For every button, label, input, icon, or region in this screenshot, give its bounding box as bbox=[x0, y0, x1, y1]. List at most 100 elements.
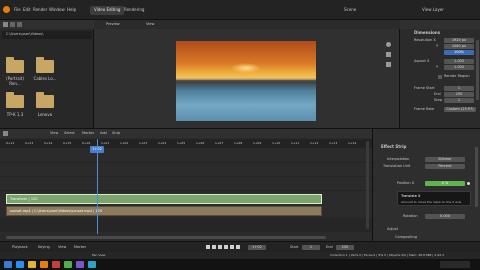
render-region-checkbox[interactable] bbox=[438, 75, 442, 79]
blender-taskbar-icon[interactable] bbox=[40, 261, 48, 268]
effect-strip-heading[interactable]: Effect Strip bbox=[381, 145, 406, 149]
rotation-field[interactable]: 0.000 bbox=[425, 214, 465, 219]
aspect-y-label: Y bbox=[436, 65, 439, 69]
jump-start-icon[interactable] bbox=[206, 245, 210, 249]
jump-keyframe-back-icon[interactable] bbox=[212, 245, 216, 249]
folder-icon[interactable] bbox=[36, 92, 54, 108]
frame-start-field[interactable]: 1 bbox=[444, 86, 474, 91]
channel-row bbox=[0, 149, 372, 163]
ruler-tick-label: 1+07 bbox=[215, 141, 224, 145]
menu-file[interactable]: File bbox=[14, 8, 21, 12]
end-frame-field[interactable]: 250 bbox=[336, 245, 354, 250]
hand-pan-icon[interactable] bbox=[386, 52, 391, 57]
frame-end-field[interactable]: 250 bbox=[444, 92, 474, 97]
app-icon[interactable] bbox=[76, 261, 84, 268]
seq-menu-select[interactable]: Select bbox=[64, 131, 75, 136]
properties-scrollbar[interactable] bbox=[476, 40, 479, 100]
forward-icon[interactable] bbox=[17, 22, 22, 27]
back-icon[interactable] bbox=[10, 22, 15, 27]
sidebar-scrollbar[interactable] bbox=[475, 147, 478, 207]
horizon-line bbox=[176, 80, 316, 83]
current-frame-field[interactable]: 1+02 bbox=[248, 245, 266, 250]
preview-view-menu[interactable]: View bbox=[146, 22, 154, 27]
blender-logo-icon[interactable] bbox=[3, 6, 10, 13]
aspect-x-label: Aspect X bbox=[414, 59, 430, 63]
seq-menu-view[interactable]: View bbox=[50, 131, 58, 136]
zoom-icon[interactable] bbox=[386, 42, 391, 47]
ruler-tick-label: 1+12 bbox=[310, 141, 319, 145]
ruler-tick-label: 1+10 bbox=[272, 141, 281, 145]
jump-keyframe-forward-icon[interactable] bbox=[230, 245, 234, 249]
ruler-tick-label: 0+15 bbox=[63, 141, 72, 145]
menu-render[interactable]: Render bbox=[33, 8, 47, 12]
timeline-scrollbar[interactable] bbox=[6, 236, 326, 239]
position-x-field[interactable]: 0 % bbox=[425, 181, 465, 186]
ruler-tick-label: 1+06 bbox=[196, 141, 205, 145]
playback-menu[interactable]: Playback bbox=[12, 245, 28, 250]
keyframe-icon[interactable] bbox=[467, 182, 470, 185]
camera-icon[interactable] bbox=[386, 62, 391, 67]
frame-rate-dropdown[interactable]: Custom (29.97) bbox=[444, 107, 476, 112]
ruler-tick-label: 0+13 bbox=[25, 141, 34, 145]
menu-edit[interactable]: Edit bbox=[23, 8, 31, 12]
menu-help[interactable]: Help bbox=[67, 8, 76, 12]
marker-menu[interactable]: Marker bbox=[74, 245, 86, 250]
resolution-x-field[interactable]: 1920 px bbox=[444, 38, 474, 43]
start-frame-field[interactable]: 1 bbox=[302, 245, 320, 250]
start-icon[interactable] bbox=[4, 261, 12, 268]
path-field[interactable]: C:\Users\user\Videos\ bbox=[2, 31, 92, 39]
folder-icon[interactable] bbox=[6, 57, 24, 73]
ruler-tick-label: 0+16 bbox=[82, 141, 91, 145]
strip-sidebar: Effect Strip Interpolation Bilinear Tran… bbox=[372, 128, 480, 241]
scene-label[interactable]: Scene bbox=[344, 8, 356, 12]
jump-end-icon[interactable] bbox=[236, 245, 240, 249]
folder-label: TP-K 1.3 bbox=[6, 112, 24, 117]
interpolation-dropdown[interactable]: Bilinear bbox=[425, 157, 465, 162]
app-icon[interactable] bbox=[88, 261, 96, 268]
resolution-percent-field[interactable]: 100% bbox=[444, 50, 474, 55]
edge-icon[interactable] bbox=[16, 261, 24, 268]
play-icon[interactable] bbox=[224, 245, 228, 249]
file-browser-panel: C:\Users\user\Videos\ (Portrait) Ren... … bbox=[0, 20, 94, 128]
seq-menu-add[interactable]: Add bbox=[100, 131, 107, 136]
step-field[interactable]: 1 bbox=[444, 98, 474, 103]
resolution-x-label: Resolution X bbox=[414, 38, 436, 42]
frame-start-label: Frame Start bbox=[414, 86, 435, 90]
translation-unit-dropdown[interactable]: Percent bbox=[425, 164, 465, 169]
compositing-heading[interactable]: Compositing bbox=[395, 235, 417, 240]
os-taskbar bbox=[0, 259, 480, 270]
tab-rendering[interactable]: Rendering bbox=[120, 6, 148, 15]
video-strip[interactable]: sunset.mp4 | C:\Users\user\Videos\sunset… bbox=[6, 206, 322, 216]
app-icon[interactable] bbox=[64, 261, 72, 268]
frame-end-label: End bbox=[434, 92, 441, 96]
editor-type-icon[interactable] bbox=[3, 22, 8, 27]
dimensions-heading[interactable]: Dimensions bbox=[414, 31, 440, 35]
rotation-label: Rotation bbox=[403, 214, 418, 218]
channel-scrollbar[interactable] bbox=[366, 141, 369, 229]
app-icon[interactable] bbox=[52, 261, 60, 268]
seq-menu-strip[interactable]: Strip bbox=[112, 131, 120, 136]
time-ruler[interactable]: 0+12 0+13 0+14 0+15 0+16 1+01 1+02 1+03 1+04 1+05… bbox=[0, 139, 372, 148]
aspect-y-field[interactable]: 1.000 bbox=[444, 65, 474, 70]
transform-effect-strip[interactable]: Transform | 120 bbox=[6, 194, 322, 204]
current-frame-indicator[interactable]: 1+02 bbox=[90, 146, 104, 153]
playhead[interactable] bbox=[97, 139, 98, 234]
explorer-icon[interactable] bbox=[28, 261, 36, 268]
play-reverse-icon[interactable] bbox=[218, 245, 222, 249]
editor-type-icon[interactable] bbox=[3, 131, 8, 136]
view-layer-label[interactable]: View Layer bbox=[422, 8, 444, 12]
frame-rate-label: Frame Rate bbox=[414, 107, 435, 111]
folder-icon[interactable] bbox=[36, 57, 54, 73]
resolution-y-field[interactable]: 1080 px bbox=[444, 44, 474, 49]
interpolation-label: Interpolation bbox=[387, 157, 410, 161]
menu-window[interactable]: Window bbox=[49, 8, 65, 12]
channel-row bbox=[0, 177, 372, 191]
seq-menu-marker[interactable]: Marker bbox=[82, 131, 94, 136]
clock-tray-icon[interactable] bbox=[440, 261, 470, 268]
view-menu[interactable]: View bbox=[58, 245, 66, 250]
keying-menu[interactable]: Keying bbox=[38, 245, 50, 250]
aspect-x-field[interactable]: 1.000 bbox=[444, 59, 474, 64]
adjust-heading[interactable]: Adjust bbox=[387, 227, 398, 232]
folder-icon[interactable] bbox=[6, 92, 24, 108]
preview-mode-label[interactable]: Preview bbox=[106, 22, 120, 27]
